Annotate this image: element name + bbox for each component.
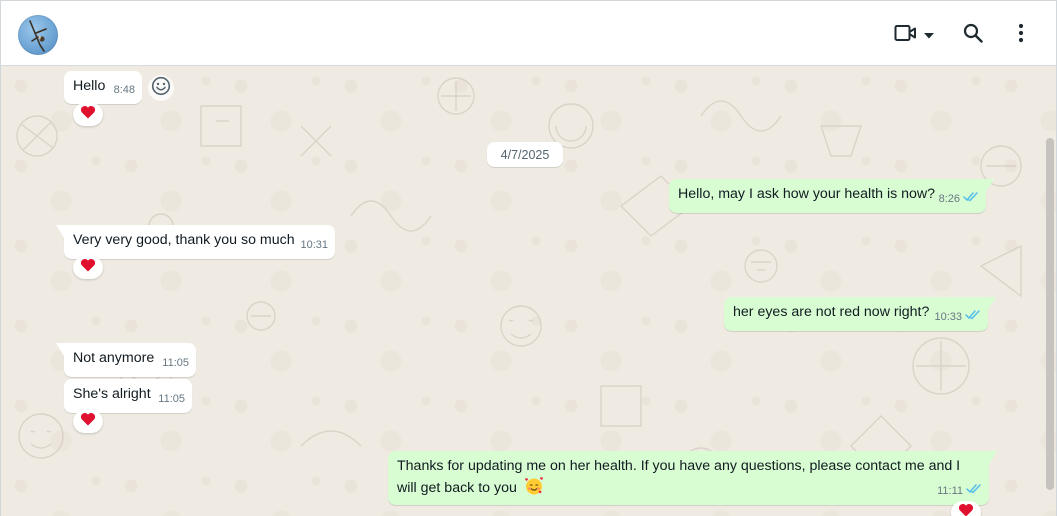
message-bubble-incoming[interactable]: Hello 8:48 [64, 71, 142, 104]
message-bubble-outgoing[interactable]: her eyes are not red now right? 10:33 [724, 297, 996, 331]
message-meta: 10:31 [300, 236, 328, 255]
reaction-badge[interactable] [951, 501, 981, 516]
message-time: 11:05 [158, 393, 185, 405]
message-meta: 10:33 [934, 308, 981, 327]
message-bubble-incoming[interactable]: She's alright 11:05 [64, 379, 192, 413]
date-separator-label: 4/7/2025 [500, 147, 550, 162]
chat-panel[interactable]: Hello 8:48 4/7/2025 Hello, may I ask how… [0, 66, 1057, 516]
heart-icon [80, 258, 96, 277]
more-vertical-icon [1018, 23, 1024, 48]
search-icon [963, 23, 983, 48]
message-text-line-2: will get back to you [397, 476, 980, 502]
message-text: Very very good, thank you so much [73, 232, 295, 248]
message-time: 10:33 [934, 311, 962, 323]
chat-header [0, 0, 1057, 66]
message-meta: 11:11 [937, 482, 982, 501]
message-bubble-incoming[interactable]: Very very good, thank you so much 10:31 [56, 225, 335, 259]
message-meta: 8:48 [114, 81, 135, 100]
message-text: her eyes are not red now right? [733, 304, 930, 320]
contact-avatar[interactable] [18, 15, 58, 55]
wallpaper-doodles [16, 77, 1022, 497]
message-time: 8:48 [113, 84, 135, 96]
message-text: Hello [73, 78, 106, 94]
search-button[interactable] [959, 20, 987, 50]
message-time: 10:31 [300, 239, 328, 251]
message-bubble-outgoing[interactable]: Hello, may I ask how your health is now?… [669, 179, 994, 213]
message-text-line-1: Thanks for updating me on her health. If… [397, 458, 961, 474]
message-bubble-incoming[interactable]: Not anymore 11:05 [56, 343, 196, 377]
add-reaction-button[interactable] [148, 75, 174, 101]
message-time: 8:26 [938, 193, 960, 205]
smiling-face-with-hearts-icon [524, 476, 544, 502]
smiley-icon [151, 76, 171, 101]
double-check-icon [966, 482, 982, 501]
menu-button[interactable] [1009, 20, 1033, 50]
reaction-badge[interactable] [73, 256, 103, 279]
video-camera-icon [894, 24, 918, 47]
date-separator: 4/7/2025 [487, 142, 563, 167]
reaction-badge[interactable] [73, 410, 103, 433]
message-meta: 11:05 [158, 390, 185, 409]
message-text: She's alright [73, 386, 151, 402]
message-meta: 8:26 [939, 190, 979, 209]
double-check-icon [965, 308, 981, 327]
caret-down-icon [924, 26, 934, 44]
reaction-badge[interactable] [73, 103, 103, 126]
message-text: Hello, may I ask how your health is now? [678, 186, 936, 202]
double-check-icon [963, 190, 979, 209]
message-time: 11:11 [937, 485, 963, 497]
chat-scrollbar[interactable] [1046, 138, 1054, 490]
message-text: Not anymore [73, 350, 155, 366]
heart-icon [80, 105, 96, 124]
message-time: 11:05 [162, 357, 189, 369]
heart-icon [958, 503, 974, 516]
heart-icon [80, 412, 96, 431]
message-meta: 11:05 [162, 354, 189, 373]
message-bubble-outgoing[interactable]: Thanks for updating me on her health. If… [388, 451, 997, 505]
message-text: will get back to you [397, 480, 517, 496]
video-call-button[interactable] [890, 20, 938, 50]
